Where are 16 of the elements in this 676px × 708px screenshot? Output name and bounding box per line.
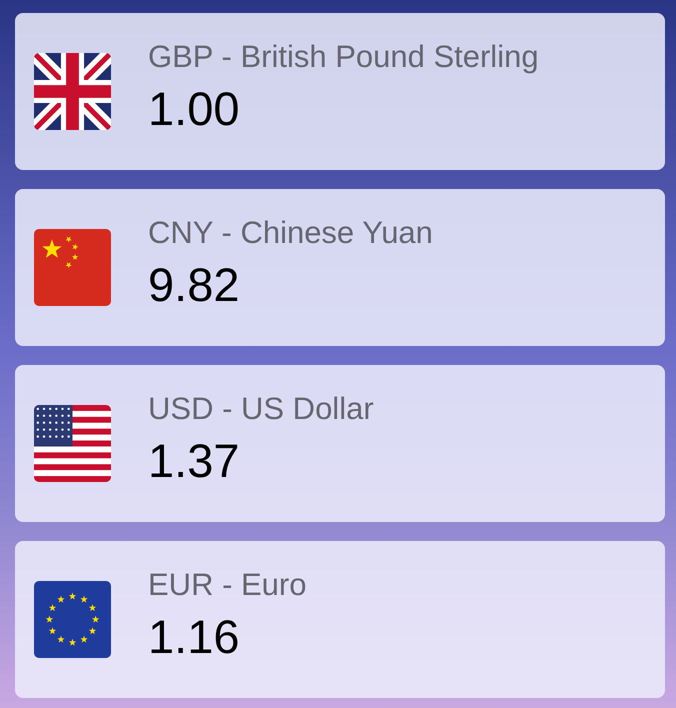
exchange-rate: 1.37 bbox=[148, 433, 240, 488]
currency-name: USD - US Dollar bbox=[148, 391, 374, 427]
currency-card[interactable]: GBP - British Pound Sterling 1.00 bbox=[15, 13, 665, 170]
eu-flag-icon bbox=[34, 581, 111, 658]
usa-flag-icon bbox=[34, 405, 111, 482]
currency-name: EUR - Euro bbox=[148, 567, 306, 603]
currency-card[interactable]: EUR - Euro 1.16 bbox=[15, 541, 665, 698]
exchange-rate: 9.82 bbox=[148, 257, 240, 312]
currency-name: CNY - Chinese Yuan bbox=[148, 215, 433, 251]
currency-card[interactable]: USD - US Dollar 1.37 bbox=[15, 365, 665, 522]
china-flag-icon bbox=[34, 229, 111, 306]
union-flag-icon bbox=[34, 53, 111, 130]
exchange-rate: 1.16 bbox=[148, 609, 240, 664]
currency-name: GBP - British Pound Sterling bbox=[148, 39, 539, 75]
exchange-rate: 1.00 bbox=[148, 81, 240, 136]
currency-card[interactable]: CNY - Chinese Yuan 9.82 bbox=[15, 189, 665, 346]
